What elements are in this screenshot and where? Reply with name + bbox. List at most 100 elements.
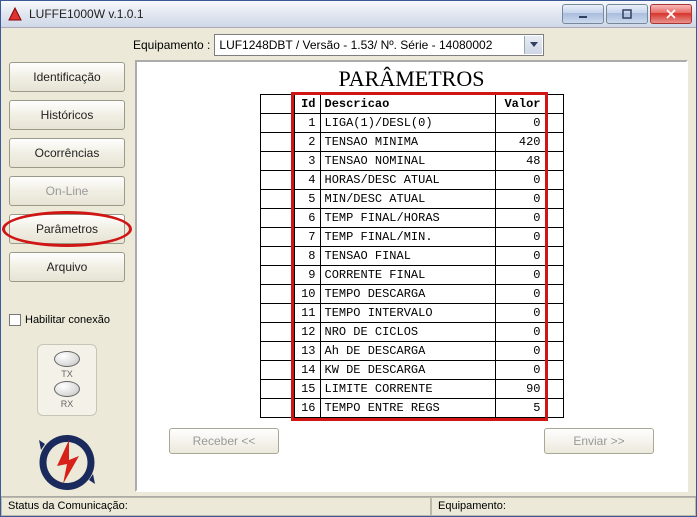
table-row[interactable]: 5MIN/DESC ATUAL0: [260, 190, 563, 209]
cell-desc: NRO DE CICLOS: [320, 323, 495, 342]
cell-blank: [260, 228, 294, 247]
table-row[interactable]: 13Ah DE DESCARGA0: [260, 342, 563, 361]
col-val-header: Valor: [495, 95, 545, 114]
table-row[interactable]: 8TENSAO FINAL0: [260, 247, 563, 266]
cell-id: 4: [294, 171, 320, 190]
cell-id: 10: [294, 285, 320, 304]
table-row[interactable]: 7TEMP FINAL/MIN.0: [260, 228, 563, 247]
rx-label: RX: [61, 399, 74, 409]
close-button[interactable]: [650, 4, 692, 24]
cell-desc: CORRENTE FINAL: [320, 266, 495, 285]
cell-desc: Ah DE DESCARGA: [320, 342, 495, 361]
cell-id: 2: [294, 133, 320, 152]
cell-id: 12: [294, 323, 320, 342]
cell-blank: [260, 266, 294, 285]
cell-val: 0: [495, 209, 545, 228]
cell-blank: [260, 361, 294, 380]
cell-val: 0: [495, 171, 545, 190]
cell-blank: [260, 304, 294, 323]
nav-ocorrencias[interactable]: Ocorrências: [9, 138, 125, 168]
cell-blank: [260, 190, 294, 209]
cell-blank2: [545, 190, 563, 209]
window-title: LUFFE1000W v.1.0.1: [29, 7, 560, 21]
cell-blank2: [545, 380, 563, 399]
receber-button[interactable]: Receber <<: [169, 428, 279, 454]
table-row[interactable]: 1LIGA(1)/DESL(0)0: [260, 114, 563, 133]
table-row[interactable]: 2TENSAO MINIMA420: [260, 133, 563, 152]
content-area: Equipamento : LUF1248DBT / Versão - 1.53…: [1, 28, 696, 496]
cell-blank: [260, 171, 294, 190]
action-button-row: Receber << Enviar >>: [139, 428, 684, 460]
nav-parametros[interactable]: Parâmetros: [9, 214, 125, 244]
cell-id: 8: [294, 247, 320, 266]
col-blank-header: [260, 95, 294, 114]
cell-blank: [260, 323, 294, 342]
table-row[interactable]: 4HORAS/DESC ATUAL0: [260, 171, 563, 190]
table-row[interactable]: 9CORRENTE FINAL0: [260, 266, 563, 285]
tx-led: [54, 351, 80, 367]
cell-val: 48: [495, 152, 545, 171]
cell-desc: MIN/DESC ATUAL: [320, 190, 495, 209]
cell-blank2: [545, 171, 563, 190]
cell-blank2: [545, 304, 563, 323]
cell-blank: [260, 285, 294, 304]
cell-desc: HORAS/DESC ATUAL: [320, 171, 495, 190]
table-row[interactable]: 6TEMP FINAL/HORAS0: [260, 209, 563, 228]
nav-arquivo[interactable]: Arquivo: [9, 252, 125, 282]
cell-id: 1: [294, 114, 320, 133]
habilitar-conexao-checkbox[interactable]: [9, 314, 21, 326]
nav-historicos[interactable]: Históricos: [9, 100, 125, 130]
cell-blank: [260, 133, 294, 152]
table-row[interactable]: 15LIMITE CORRENTE90: [260, 380, 563, 399]
cell-desc: TEMPO ENTRE REGS: [320, 399, 495, 418]
table-row[interactable]: 10TEMPO DESCARGA0: [260, 285, 563, 304]
table-row[interactable]: 11TEMPO INTERVALO0: [260, 304, 563, 323]
status-bar: Status da Comunicação: Equipamento:: [1, 496, 696, 516]
app-window: LUFFE1000W v.1.0.1 Equipamento : LUF1248…: [0, 0, 697, 517]
cell-val: 5: [495, 399, 545, 418]
txrx-panel: TX RX: [37, 344, 97, 416]
minimize-button[interactable]: [562, 4, 604, 24]
cell-val: 0: [495, 228, 545, 247]
cell-desc: LIMITE CORRENTE: [320, 380, 495, 399]
tx-label: TX: [61, 369, 73, 379]
cell-id: 13: [294, 342, 320, 361]
rx-led: [54, 381, 80, 397]
cell-blank: [260, 209, 294, 228]
cell-desc: TENSAO MINIMA: [320, 133, 495, 152]
cell-id: 11: [294, 304, 320, 323]
cell-desc: TEMP FINAL/MIN.: [320, 228, 495, 247]
cell-val: 0: [495, 361, 545, 380]
cell-desc: TENSAO NOMINAL: [320, 152, 495, 171]
nav-identificacao[interactable]: Identificação: [9, 62, 125, 92]
cell-val: 0: [495, 342, 545, 361]
cell-blank: [260, 247, 294, 266]
cell-desc: KW DE DESCARGA: [320, 361, 495, 380]
parametros-table: Id Descricao Valor 1LIGA(1)/DESL(0)02TEN…: [260, 94, 564, 418]
cell-blank: [260, 152, 294, 171]
cell-desc: TENSAO FINAL: [320, 247, 495, 266]
table-row[interactable]: 12NRO DE CICLOS0: [260, 323, 563, 342]
cell-desc: LIGA(1)/DESL(0): [320, 114, 495, 133]
nav-online[interactable]: On-Line: [9, 176, 125, 206]
col-id-header: Id: [294, 95, 320, 114]
cell-blank2: [545, 247, 563, 266]
parametros-panel: PARÂMETROS Id Descricao Valor: [135, 60, 688, 492]
table-row[interactable]: 14KW DE DESCARGA0: [260, 361, 563, 380]
table-row[interactable]: 3TENSAO NOMINAL48: [260, 152, 563, 171]
table-row[interactable]: 16TEMPO ENTRE REGS5: [260, 399, 563, 418]
cell-blank: [260, 342, 294, 361]
cell-id: 14: [294, 361, 320, 380]
cell-blank2: [545, 342, 563, 361]
cell-id: 5: [294, 190, 320, 209]
maximize-button[interactable]: [606, 4, 648, 24]
cell-desc: TEMPO DESCARGA: [320, 285, 495, 304]
panel-title: PARÂMETROS: [139, 64, 684, 92]
enviar-button[interactable]: Enviar >>: [544, 428, 654, 454]
status-comunicacao: Status da Comunicação:: [1, 497, 431, 516]
equipamento-select[interactable]: LUF1248DBT / Versão - 1.53/ Nº. Série - …: [214, 34, 544, 56]
cell-blank2: [545, 228, 563, 247]
cell-val: 90: [495, 380, 545, 399]
cell-id: 7: [294, 228, 320, 247]
cell-blank2: [545, 133, 563, 152]
